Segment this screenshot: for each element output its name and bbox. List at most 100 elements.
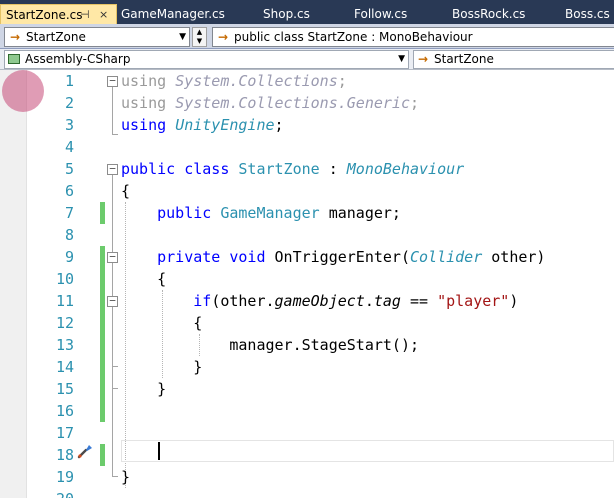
split-spinner[interactable]: ▲ ▼ (192, 27, 207, 47)
text-caret (158, 442, 160, 460)
code-line[interactable]: { (121, 312, 202, 334)
code-token: ) (509, 292, 519, 310)
change-indicator (100, 246, 105, 422)
tab-label: BossRock.cs (452, 7, 526, 21)
code-token: UnityEngine (175, 116, 275, 134)
member-dropdown-value: public class StartZone : MonoBehaviour (234, 30, 473, 44)
code-token: MonoBehaviour (346, 160, 465, 178)
arrow-icon: → (10, 30, 21, 44)
tab-label: Shop.cs (263, 7, 310, 21)
code-token: other) (482, 248, 546, 266)
code-token: == (400, 292, 438, 310)
collapse-toggle[interactable]: − (107, 251, 118, 263)
collapse-toggle[interactable]: − (107, 75, 118, 87)
line-number: 9 (64, 248, 74, 266)
code-line[interactable]: { (121, 180, 130, 202)
code-token: manager.StageStart(); (121, 336, 420, 354)
project-dropdown-value: Assembly-CSharp (25, 52, 131, 66)
code-token: { (121, 182, 131, 200)
current-line-highlight (121, 440, 614, 462)
code-token: class (184, 160, 239, 178)
collapse-toggle[interactable]: − (107, 163, 118, 175)
code-line[interactable]: manager.StageStart(); (121, 334, 419, 356)
code-line[interactable]: public class StartZone : MonoBehaviour (121, 158, 464, 180)
line-number: 13 (55, 336, 74, 354)
code-token: Collider (410, 248, 483, 266)
outline-line (112, 175, 113, 477)
code-token: System.Collections (175, 72, 338, 90)
code-token: } (121, 358, 203, 376)
tab-label: Follow.cs (354, 7, 408, 21)
line-number: 4 (64, 138, 74, 156)
tab-shop[interactable]: Shop.cs (263, 5, 310, 24)
code-token: gameObject (274, 292, 365, 310)
type-dropdown[interactable]: → StartZone ▼ (4, 27, 190, 47)
code-token: ; (274, 116, 284, 134)
code-token: private (121, 248, 230, 266)
code-token: if (121, 292, 212, 310)
line-number: 1 (64, 72, 74, 90)
code-token: } (121, 380, 167, 398)
line-number: 19 (55, 468, 74, 486)
line-number: 16 (55, 402, 74, 420)
line-number: 15 (55, 380, 74, 398)
code-line[interactable]: if(other.gameObject.tag == "player") (121, 290, 518, 312)
chevron-down-icon: ▼ (179, 32, 186, 42)
line-number: 10 (55, 270, 74, 288)
arrow-icon: → (218, 30, 229, 44)
change-indicator (100, 444, 105, 466)
code-line[interactable]: } (121, 466, 130, 488)
pin-icon[interactable]: ⊣ (80, 5, 90, 25)
code-token: . (364, 292, 374, 310)
arrow-icon: → (418, 52, 429, 66)
code-line[interactable]: using System.Collections.Generic; (121, 92, 419, 114)
navigation-bar: → StartZone ▼ ▲ ▼ → public class StartZon… (0, 24, 614, 49)
code-token: GameManager (220, 204, 320, 222)
tab-startzone[interactable]: StartZone.cs ⊣ × (0, 4, 117, 24)
close-icon[interactable]: × (99, 5, 108, 25)
code-line[interactable]: } (121, 378, 166, 400)
class-dropdown[interactable]: → StartZone (413, 50, 614, 69)
code-line[interactable]: private void OnTriggerEnter(Collider oth… (121, 246, 545, 268)
line-number: 18 (55, 446, 74, 464)
code-token: "player" (437, 292, 510, 310)
code-token: OnTriggerEnter( (274, 248, 410, 266)
code-token: ; (337, 72, 347, 90)
collapse-toggle[interactable]: − (107, 295, 118, 307)
project-dropdown[interactable]: Assembly-CSharp ▼ (4, 50, 409, 69)
line-number: 14 (55, 358, 74, 376)
code-editor[interactable]: 1234567891011121314151617181920 − − − − … (0, 70, 614, 498)
tab-label: StartZone.cs (6, 8, 83, 22)
code-line[interactable]: { (121, 268, 166, 290)
code-token: using (121, 116, 176, 134)
code-line[interactable]: using UnityEngine; (121, 114, 284, 136)
code-token: ; (410, 94, 420, 112)
member-dropdown[interactable]: → public class StartZone : MonoBehaviour (212, 27, 614, 47)
line-number: 8 (64, 226, 74, 244)
code-line[interactable]: using System.Collections; (121, 70, 347, 92)
line-number: 17 (55, 424, 74, 442)
code-token: using (121, 94, 176, 112)
tab-label: GameManager.cs (121, 7, 225, 21)
line-number: 7 (64, 204, 74, 222)
code-token: (other. (211, 292, 275, 310)
code-line[interactable]: } (121, 356, 202, 378)
line-number: 3 (64, 116, 74, 134)
code-token: using (121, 72, 176, 90)
code-line[interactable]: public GameManager manager; (121, 202, 401, 224)
chevron-down-icon: ▼ (398, 54, 405, 64)
project-icon (8, 54, 20, 64)
tab-gamemanager[interactable]: GameManager.cs (121, 5, 225, 24)
line-number: 12 (55, 314, 74, 332)
quick-action-icon[interactable] (76, 442, 94, 460)
code-token: { (121, 314, 203, 332)
type-dropdown-value: StartZone (26, 30, 86, 44)
line-number: 6 (64, 182, 74, 200)
tab-bossrock[interactable]: BossRock.cs (452, 5, 525, 24)
tab-follow[interactable]: Follow.cs (354, 5, 407, 24)
code-token: public (121, 204, 221, 222)
line-number: 11 (55, 292, 74, 310)
code-token: void (229, 248, 275, 266)
code-token: } (121, 468, 131, 486)
tab-boss[interactable]: Boss.cs (565, 5, 610, 24)
